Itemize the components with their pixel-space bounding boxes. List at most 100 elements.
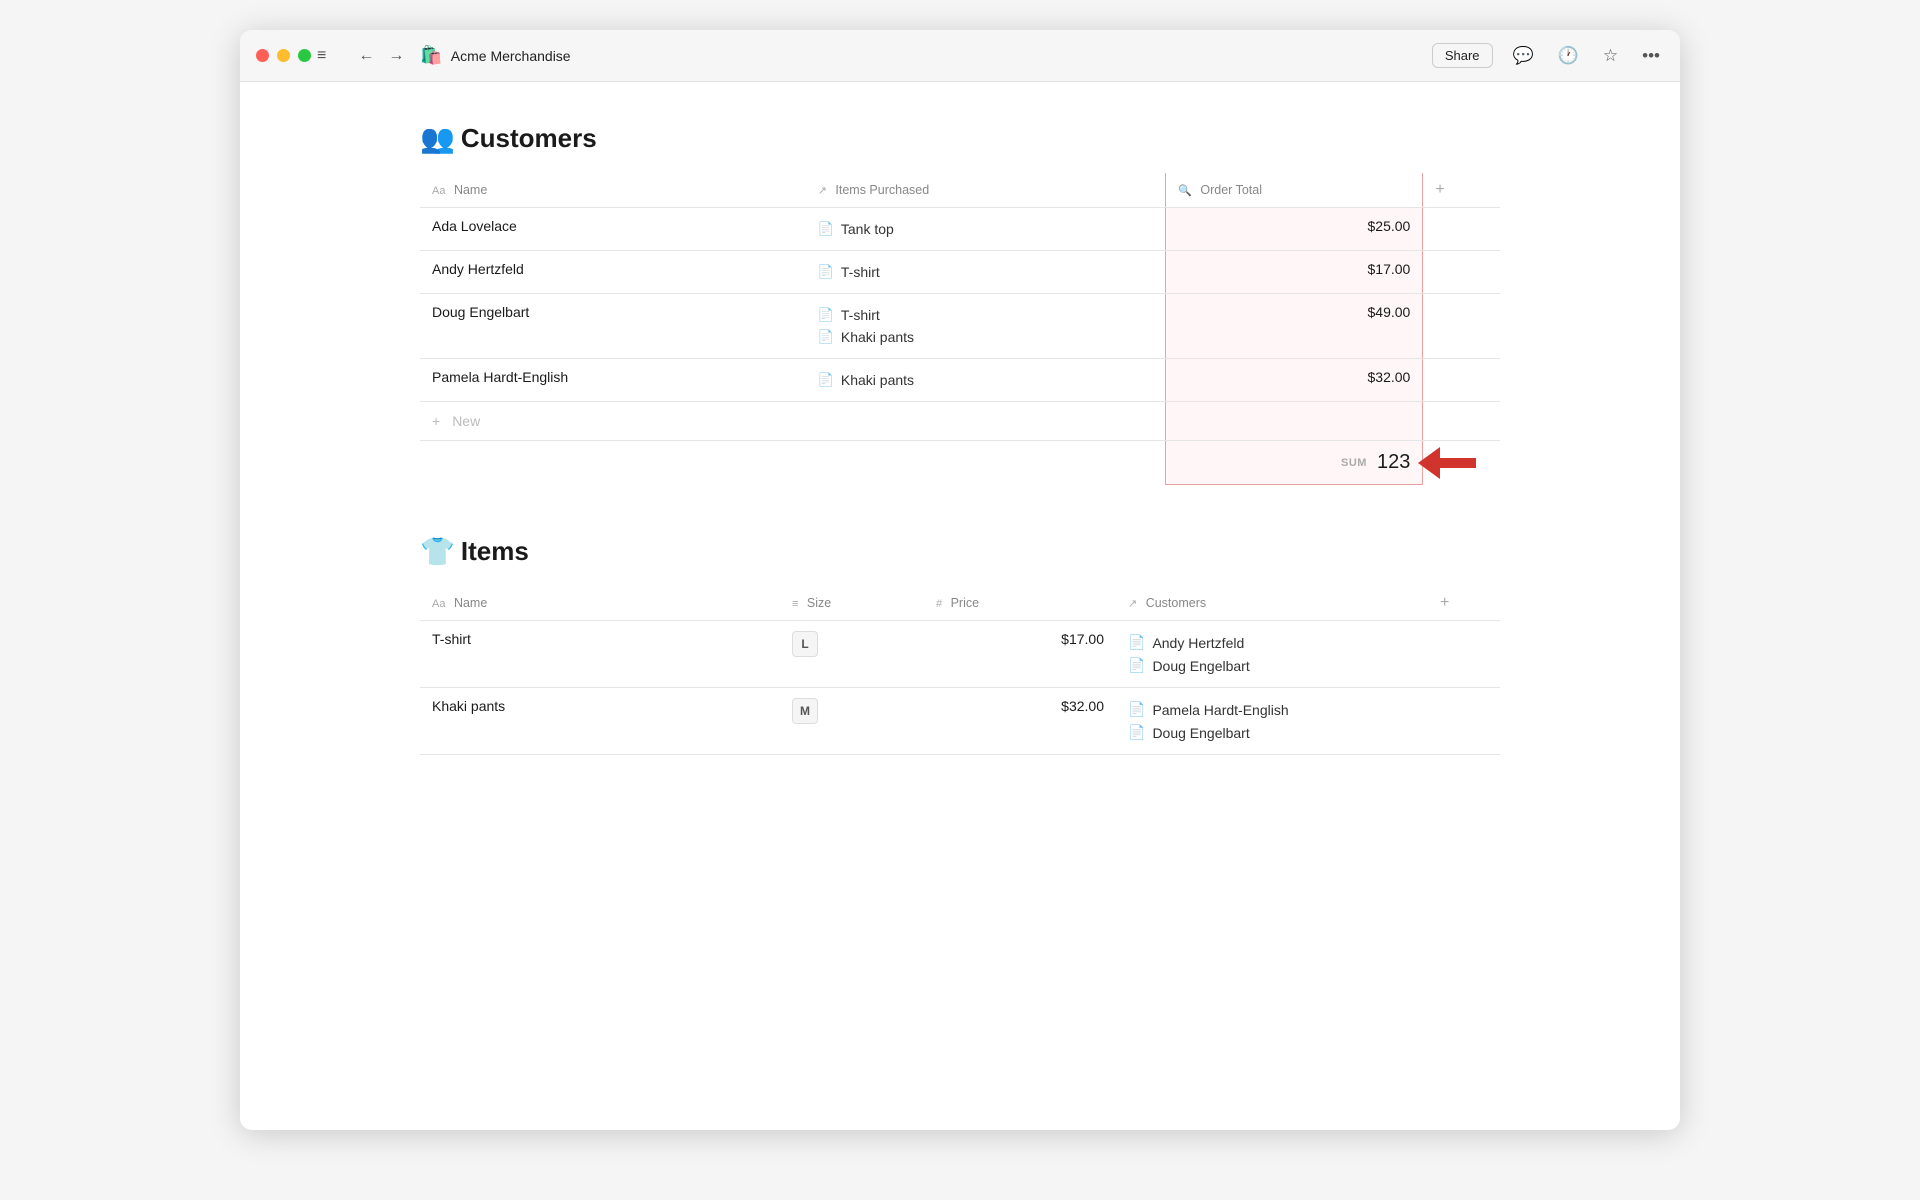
hamburger-icon[interactable]: ≡: [311, 45, 332, 67]
minimize-button[interactable]: [277, 49, 290, 62]
sum-value: 123: [1377, 451, 1410, 474]
items-table: Aa Name ≡ Size # Price ↗ Customers +: [420, 586, 1500, 755]
add-cell: [1423, 208, 1500, 251]
item-name-cell[interactable]: T-shirt: [420, 621, 780, 688]
item-customers-inner: 📄 Andy Hertzfeld 📄 Doug Engelbart: [1116, 621, 1428, 687]
items-cell[interactable]: 📄 T-shirt 📄 Khaki pants: [806, 294, 1166, 359]
more-icon[interactable]: •••: [1638, 44, 1664, 68]
items-cell[interactable]: 📄 Tank top: [806, 208, 1166, 251]
title-area: 🛍️ Acme Merchandise: [420, 45, 570, 66]
sum-order-cell: SUM 123: [1166, 441, 1423, 485]
new-row-add: [1423, 402, 1500, 441]
customers-heading: 👥 Customers: [420, 122, 1500, 155]
order-total-value: $17.00: [1166, 251, 1422, 289]
order-total-value: $25.00: [1166, 208, 1422, 246]
forward-button[interactable]: →: [384, 45, 408, 67]
items-inner: 📄 Tank top: [806, 208, 1166, 250]
item-entry: 📄 Khaki pants: [818, 326, 1154, 348]
items-cell[interactable]: 📄 T-shirt: [806, 251, 1166, 294]
maximize-button[interactable]: [298, 49, 311, 62]
new-row[interactable]: + New: [420, 402, 1500, 441]
back-button[interactable]: ←: [354, 45, 378, 67]
new-row-label[interactable]: + New: [420, 402, 806, 440]
share-button[interactable]: Share: [1432, 43, 1493, 68]
customers-table: Aa Name ↗ Items Purchased 🔍 Order Total …: [420, 173, 1500, 485]
items-cell[interactable]: 📄 Khaki pants: [806, 359, 1166, 402]
item-customers-cell[interactable]: 📄 Pamela Hardt-English 📄 Doug Engelbart: [1116, 688, 1428, 755]
traffic-lights: [256, 49, 311, 62]
new-label: New: [452, 413, 480, 429]
col-header-add2[interactable]: +: [1428, 586, 1500, 621]
customer-name-cell[interactable]: Ada Lovelace: [420, 208, 806, 251]
plus-icon: +: [432, 413, 440, 429]
doc-icon: 📄: [1128, 701, 1145, 718]
customers-emoji: 👥: [420, 122, 455, 155]
item-name: Tank top: [841, 221, 894, 237]
order-total-value: $49.00: [1166, 294, 1422, 332]
col-header-order[interactable]: 🔍 Order Total: [1166, 173, 1423, 208]
item-entry: 📄 T-shirt: [818, 261, 1154, 283]
item-customers-cell[interactable]: 📄 Andy Hertzfeld 📄 Doug Engelbart: [1116, 621, 1428, 688]
add-cell2: [1428, 688, 1500, 755]
customer-name: Pamela Hardt-English: [420, 359, 806, 397]
customer-name: Pamela Hardt-English: [1152, 702, 1288, 718]
items-header-row: Aa Name ≡ Size # Price ↗ Customers +: [420, 586, 1500, 621]
col-header-add[interactable]: +: [1423, 173, 1500, 208]
size-cell[interactable]: M: [780, 688, 924, 755]
items-title: Items: [461, 536, 529, 567]
order-total-cell[interactable]: $17.00: [1166, 251, 1423, 294]
add-cell: [1423, 251, 1500, 294]
table-row: Doug Engelbart 📄 T-shirt 📄 Khaki p: [420, 294, 1500, 359]
size-cell[interactable]: L: [780, 621, 924, 688]
price-cell[interactable]: $32.00: [924, 688, 1116, 755]
app-window: ≡ ← → 🛍️ Acme Merchandise Share 💬 🕐 ☆ ••…: [240, 30, 1680, 1130]
doc-icon: 📄: [818, 372, 834, 388]
add-column-button-items[interactable]: +: [1440, 594, 1449, 612]
table-row: Pamela Hardt-English 📄 Khaki pants: [420, 359, 1500, 402]
order-total-cell[interactable]: $49.00: [1166, 294, 1423, 359]
doc-icon: 📄: [818, 329, 834, 345]
item-name: T-shirt: [841, 264, 880, 280]
item-name-cell[interactable]: Khaki pants: [420, 688, 780, 755]
customer-name: Doug Engelbart: [420, 294, 806, 332]
doc-icon: 📄: [1128, 724, 1145, 741]
customer-entry: 📄 Doug Engelbart: [1128, 654, 1416, 677]
item-entry: 📄 T-shirt: [818, 304, 1154, 326]
doc-icon: 📄: [1128, 634, 1145, 651]
order-total-cell[interactable]: $32.00: [1166, 359, 1423, 402]
items-col-icon: ↗: [818, 185, 827, 197]
add-column-button[interactable]: +: [1435, 181, 1444, 199]
titlebar: ≡ ← → 🛍️ Acme Merchandise Share 💬 🕐 ☆ ••…: [240, 30, 1680, 82]
customer-name-cell[interactable]: Pamela Hardt-English: [420, 359, 806, 402]
new-row-cell[interactable]: + New: [420, 402, 806, 441]
items-emoji: 👕: [420, 535, 455, 568]
customers-header-row: Aa Name ↗ Items Purchased 🔍 Order Total …: [420, 173, 1500, 208]
new-row-order: [1166, 402, 1423, 441]
star-icon[interactable]: ☆: [1599, 44, 1622, 68]
table-row: Andy Hertzfeld 📄 T-shirt $17.00: [420, 251, 1500, 294]
customer-name-cell[interactable]: Doug Engelbart: [420, 294, 806, 359]
customers-col-icon: ↗: [1128, 598, 1137, 610]
sum-name-cell: [420, 441, 806, 485]
item-name: Khaki pants: [841, 372, 914, 388]
size-inner: L: [780, 621, 924, 667]
size-badge: L: [792, 631, 818, 657]
add-cell: [1423, 359, 1500, 402]
doc-icon: 📄: [818, 307, 834, 323]
customer-entry: 📄 Pamela Hardt-English: [1128, 698, 1416, 721]
close-button[interactable]: [256, 49, 269, 62]
items-section: 👕 Items Aa Name ≡ Size # Price: [420, 535, 1500, 755]
customer-name-cell[interactable]: Andy Hertzfeld: [420, 251, 806, 294]
items-inner: 📄 Khaki pants: [806, 359, 1166, 401]
item-entry: 📄 Khaki pants: [818, 369, 1154, 391]
customer-name: Doug Engelbart: [1152, 725, 1249, 741]
item-name: Khaki pants: [841, 329, 914, 345]
titlebar-right: Share 💬 🕐 ☆ •••: [1432, 43, 1664, 68]
comment-icon[interactable]: 💬: [1509, 44, 1538, 68]
order-total-cell[interactable]: $25.00: [1166, 208, 1423, 251]
table-row: Ada Lovelace 📄 Tank top $25.00: [420, 208, 1500, 251]
items-heading: 👕 Items: [420, 535, 1500, 568]
item-entry: 📄 Tank top: [818, 218, 1154, 240]
history-icon[interactable]: 🕐: [1554, 44, 1583, 68]
price-cell[interactable]: $17.00: [924, 621, 1116, 688]
